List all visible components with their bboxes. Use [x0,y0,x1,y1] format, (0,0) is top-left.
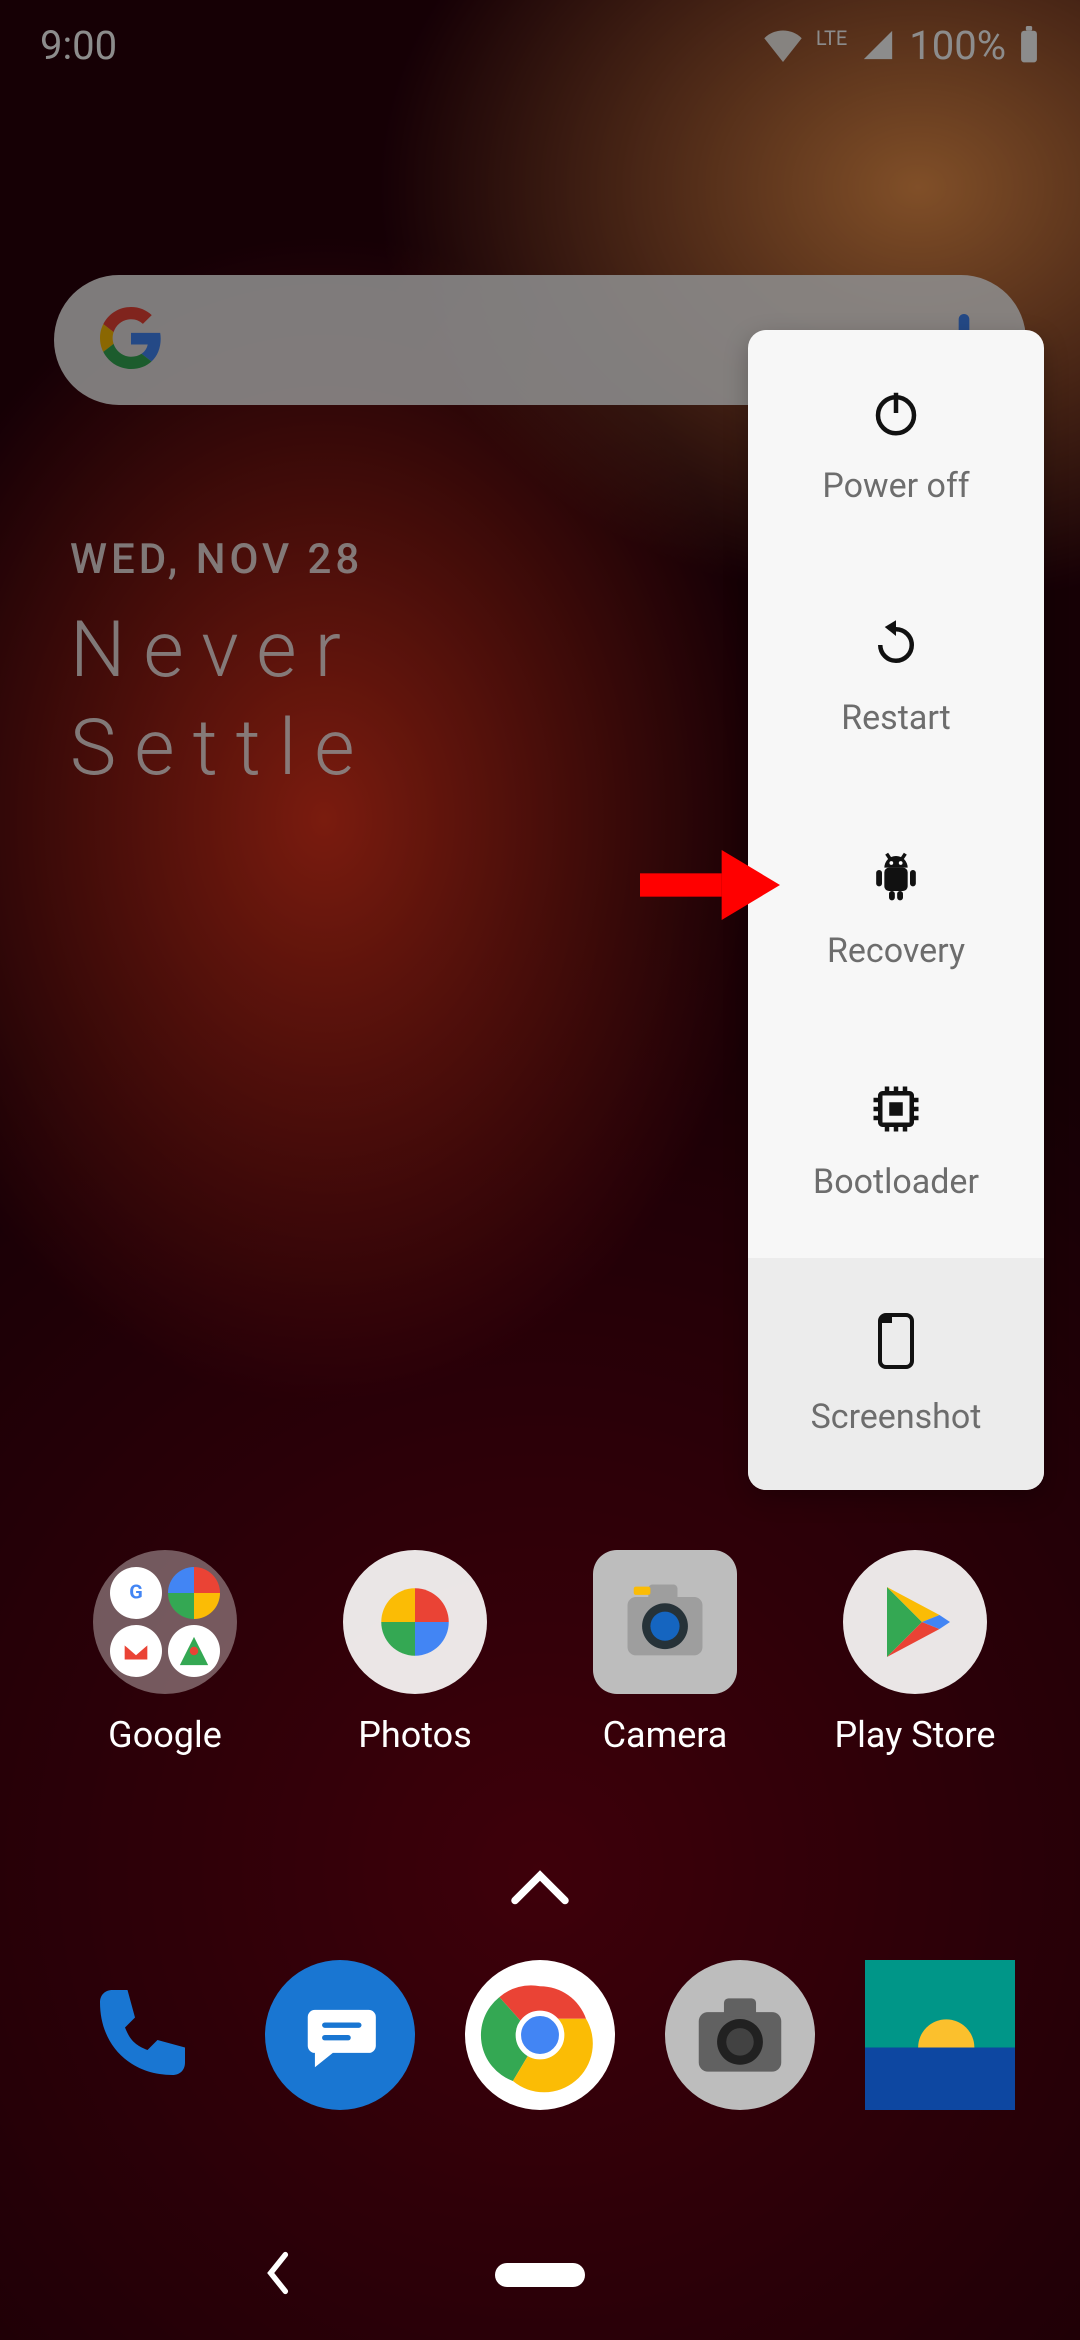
app-label: Photos [358,1714,472,1756]
power-menu-power-off[interactable]: Power off [748,330,1044,562]
app-label: Play Store [834,1714,995,1756]
power-icon [869,386,923,440]
phone-frame-icon [874,1311,918,1371]
recovery-label: Recovery [827,931,965,971]
dock-chrome[interactable] [465,1960,615,2110]
power-off-label: Power off [822,466,969,506]
dock-phone[interactable] [65,1960,215,2110]
app-photos[interactable]: Photos [315,1550,515,1756]
dock [0,1960,1080,2110]
annotation-arrow-icon [640,850,780,924]
android-icon [868,849,924,905]
app-drawer-handle[interactable] [510,1870,570,1910]
home-apps-row: G Google Photos [0,1550,1080,1756]
photos-icon [343,1550,487,1694]
app-play-store[interactable]: Play Store [815,1550,1015,1756]
restart-label: Restart [841,698,951,738]
dock-messages[interactable] [265,1960,415,2110]
power-menu-restart[interactable]: Restart [748,562,1044,794]
svg-text:G: G [129,1581,143,1604]
bootloader-label: Bootloader [813,1162,979,1202]
power-menu-bootloader[interactable]: Bootloader [748,1026,1044,1258]
play-store-icon [843,1550,987,1694]
camera-app-icon [593,1550,737,1694]
screenshot-label: Screenshot [811,1397,982,1437]
navigation-bar [0,2210,1080,2340]
power-menu-screenshot[interactable]: Screenshot [748,1258,1044,1490]
power-menu: Power off Restart Recovery [748,330,1044,1490]
power-menu-recovery[interactable]: Recovery [748,794,1044,1026]
restart-icon [869,618,923,672]
app-label: Camera [603,1714,728,1756]
nav-back-button[interactable] [260,2251,296,2299]
google-folder-icon: G [93,1550,237,1694]
nav-home-pill[interactable] [495,2263,585,2287]
dock-camera[interactable] [665,1960,815,2110]
app-camera[interactable]: Camera [565,1550,765,1756]
dock-gallery[interactable] [865,1960,1015,2110]
chip-icon [869,1082,923,1136]
app-google-folder[interactable]: G Google [65,1550,265,1756]
app-label: Google [108,1714,222,1756]
